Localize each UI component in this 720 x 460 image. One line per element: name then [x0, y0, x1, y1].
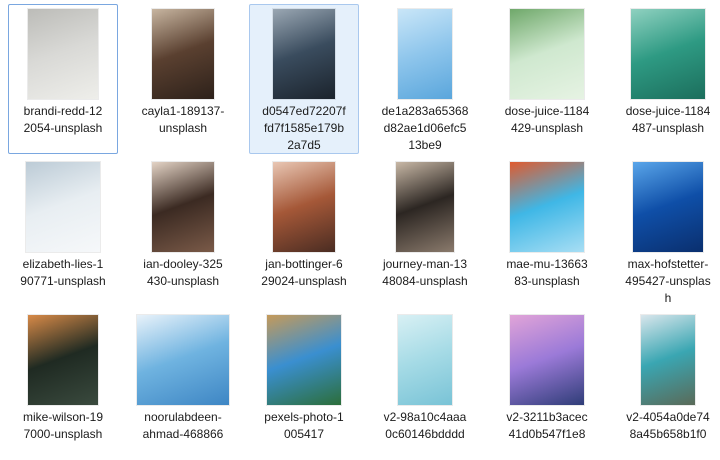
- file-name: v2-98a10c4aaa 0c60146bdddd: [371, 409, 479, 443]
- file-item[interactable]: jan-bottinger-6 29024-unsplash: [249, 157, 359, 307]
- image-thumbnail: [152, 162, 214, 252]
- file-name-line: 29024-unsplash: [261, 274, 347, 288]
- file-name: journey-man-13 48084-unsplash: [371, 256, 479, 290]
- file-name-line: brandi-redd-12: [23, 104, 103, 118]
- file-name: d0547ed72207f fd7f1585e179b 2a7d5: [250, 103, 358, 154]
- image-thumbnail: [641, 315, 695, 405]
- file-name-line: d82ae1d06efc5: [383, 121, 467, 135]
- file-item[interactable]: pexels-photo-1 005417: [249, 310, 359, 460]
- file-name-line: noorulabdeen-: [144, 410, 222, 424]
- file-name-line: elizabeth-lies-1: [22, 257, 104, 271]
- file-name: dose-juice-1184 429-unsplash: [493, 103, 601, 137]
- image-thumbnail: [273, 9, 335, 99]
- file-item[interactable]: dose-juice-1184 487-unsplash: [613, 4, 720, 154]
- file-name: max-hofstetter- 495427-unsplas h: [614, 256, 720, 307]
- image-thumbnail: [398, 315, 452, 405]
- file-item[interactable]: noorulabdeen-ahmad-468866: [128, 310, 238, 460]
- file-name-line: jan-bottinger-6: [265, 257, 343, 271]
- file-name-line: 430-unsplash: [146, 274, 220, 288]
- file-name: dose-juice-1184 487-unsplash: [614, 103, 720, 137]
- file-name-line: 2054-unsplash: [23, 121, 103, 135]
- file-name-line: 7000-unsplash: [23, 427, 103, 441]
- file-name-line: d0547ed72207f: [262, 104, 346, 118]
- file-item[interactable]: elizabeth-lies-1 90771-unsplash: [8, 157, 118, 307]
- file-name-line: 2a7d5: [287, 138, 321, 152]
- file-item[interactable]: d0547ed72207f fd7f1585e179b 2a7d5: [249, 4, 359, 154]
- file-item[interactable]: de1a283a65368 d82ae1d06efc5 13be9: [370, 4, 480, 154]
- file-item[interactable]: dose-juice-1184 429-unsplash: [492, 4, 602, 154]
- file-name: elizabeth-lies-1 90771-unsplash: [9, 256, 117, 290]
- file-name-line: 0c60146bdddd: [385, 427, 465, 441]
- file-name-line: dose-juice-1184: [504, 104, 590, 118]
- image-thumbnail: [28, 9, 98, 99]
- file-name-line: 13be9: [408, 138, 442, 152]
- file-name-line: 41d0b547f1e8: [508, 427, 586, 441]
- file-name: pexels-photo-1 005417: [250, 409, 358, 443]
- file-name-line: mae-mu-13663: [506, 257, 588, 271]
- image-thumbnail: [26, 162, 100, 252]
- file-name-line: h: [664, 291, 672, 305]
- file-name: v2-4054a0de74 8a45b658b1f0: [614, 409, 720, 443]
- file-name-line: v2-4054a0de74: [626, 410, 710, 424]
- file-name: v2-3211b3acec 41d0b547f1e8: [493, 409, 601, 443]
- file-item[interactable]: ian-dooley-325 430-unsplash: [128, 157, 238, 307]
- file-name: de1a283a65368 d82ae1d06efc5 13be9: [371, 103, 479, 154]
- file-name-line: 48084-unsplash: [382, 274, 468, 288]
- image-thumbnail: [28, 315, 98, 405]
- image-thumbnail: [510, 9, 584, 99]
- file-name-line: ian-dooley-325: [143, 257, 223, 271]
- image-thumbnail: [633, 162, 703, 252]
- file-item[interactable]: cayla1-189137- unsplash: [128, 4, 238, 154]
- file-name: ian-dooley-325 430-unsplash: [129, 256, 237, 290]
- file-name-line: fd7f1585e179b: [263, 121, 345, 135]
- file-name-line: v2-3211b3acec: [506, 410, 588, 424]
- file-item[interactable]: max-hofstetter- 495427-unsplas h: [613, 157, 720, 307]
- file-name-line: journey-man-13: [382, 257, 468, 271]
- file-name-line: de1a283a65368: [381, 104, 469, 118]
- file-name-line: ahmad-468866: [142, 427, 224, 441]
- file-name-line: 429-unsplash: [510, 121, 584, 135]
- image-thumbnail: [398, 9, 452, 99]
- file-name-line: 8a45b658b1f0: [629, 427, 707, 441]
- file-item[interactable]: brandi-redd-12 2054-unsplash: [8, 4, 118, 154]
- file-name-line: 487-unsplash: [631, 121, 705, 135]
- file-name-line: 90771-unsplash: [20, 274, 106, 288]
- file-name: brandi-redd-12 2054-unsplash: [9, 103, 117, 137]
- image-thumbnail: [273, 162, 335, 252]
- file-item[interactable]: v2-4054a0de74 8a45b658b1f0: [613, 310, 720, 460]
- file-name: noorulabdeen-ahmad-468866: [129, 409, 237, 443]
- image-thumbnail: [267, 315, 341, 405]
- file-name: mike-wilson-19 7000-unsplash: [9, 409, 117, 443]
- file-name-line: dose-juice-1184: [625, 104, 711, 118]
- file-name-line: 83-unsplash: [514, 274, 580, 288]
- image-thumbnail: [631, 9, 705, 99]
- file-name: cayla1-189137- unsplash: [129, 103, 237, 137]
- file-name: jan-bottinger-6 29024-unsplash: [250, 256, 358, 290]
- file-item[interactable]: journey-man-13 48084-unsplash: [370, 157, 480, 307]
- file-grid: brandi-redd-12 2054-unsplash cayla1-189137…: [0, 0, 720, 441]
- file-name: mae-mu-13663 83-unsplash: [493, 256, 601, 290]
- image-thumbnail: [396, 162, 454, 252]
- file-name-line: 005417: [283, 427, 325, 441]
- file-name-line: unsplash: [158, 121, 208, 135]
- file-name-line: max-hofstetter-: [627, 257, 709, 271]
- image-thumbnail: [510, 315, 584, 405]
- file-name-line: cayla1-189137-: [141, 104, 225, 118]
- file-name-line: pexels-photo-1: [264, 410, 344, 424]
- file-item[interactable]: mike-wilson-19 7000-unsplash: [8, 310, 118, 460]
- file-name-line: v2-98a10c4aaa: [383, 410, 467, 424]
- file-item[interactable]: v2-3211b3acec 41d0b547f1e8: [492, 310, 602, 460]
- file-name-line: mike-wilson-19: [22, 410, 104, 424]
- image-thumbnail: [510, 162, 584, 252]
- file-item[interactable]: v2-98a10c4aaa 0c60146bdddd: [370, 310, 480, 460]
- file-name-line: 495427-unsplas: [625, 274, 711, 288]
- image-thumbnail: [152, 9, 214, 99]
- image-thumbnail: [137, 315, 229, 405]
- file-item[interactable]: mae-mu-13663 83-unsplash: [492, 157, 602, 307]
